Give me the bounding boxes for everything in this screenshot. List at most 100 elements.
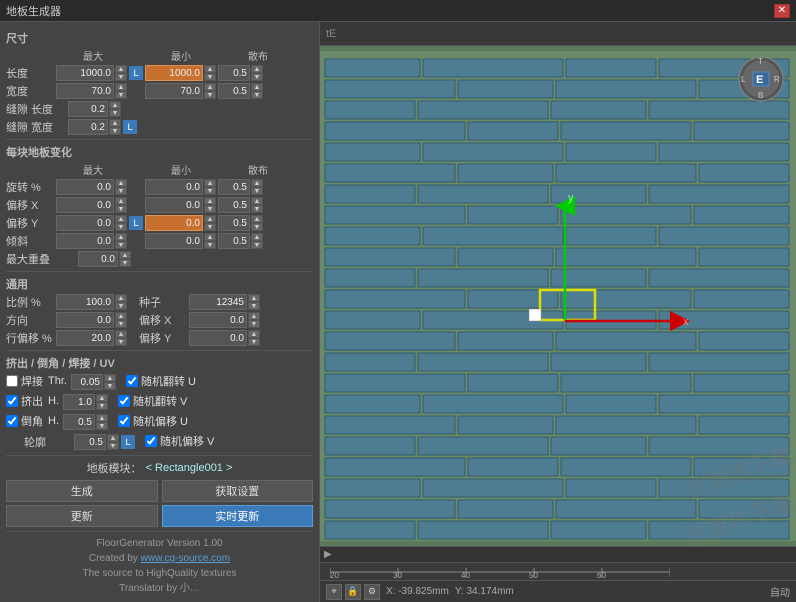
offset-x-gen-input[interactable]	[189, 312, 247, 328]
coord-y: Y: 34.174mm	[455, 586, 514, 597]
rotate-max-input[interactable]	[56, 179, 114, 195]
seed-input[interactable]	[189, 294, 247, 310]
section-size: 尺寸	[6, 30, 313, 46]
length-min-input[interactable]	[145, 65, 203, 81]
offset-y-gen-input[interactable]	[189, 330, 247, 346]
offset-y-scatter-input[interactable]	[218, 215, 250, 231]
length-max-input-group: ▲▼	[56, 65, 127, 81]
gap-length-input[interactable]	[68, 101, 108, 117]
length-max-spinner[interactable]: ▲▼	[115, 65, 127, 81]
close-button[interactable]: ✕	[774, 4, 790, 18]
viewport-icon-2[interactable]: 🔒	[345, 584, 361, 600]
extrude-checkbox-group: 挤出 H.	[6, 393, 59, 409]
svg-text:L: L	[741, 75, 746, 84]
length-scatter-spinner[interactable]: ▲▼	[251, 65, 263, 81]
width-scatter-input[interactable]	[218, 83, 250, 99]
length-min-input-group: ▲▼	[145, 65, 216, 81]
width-min-input[interactable]	[145, 83, 203, 99]
rotate-row: 旋转 % ▲▼ ▲▼ ▲▼	[6, 179, 313, 195]
divider-1	[6, 139, 313, 140]
offset-y-link-badge[interactable]: L	[129, 216, 143, 230]
divider-4	[6, 455, 313, 456]
svg-text:30: 30	[393, 571, 402, 579]
gap-width-link-badge[interactable]: L	[123, 120, 137, 134]
width-row: 宽度 ▲▼ ▲▼ ▲▼	[6, 83, 313, 99]
max-overlap-input[interactable]	[78, 251, 118, 267]
chamfer-h-input[interactable]	[63, 414, 95, 430]
offset-y-min-input[interactable]	[145, 215, 203, 231]
extrude-checkbox[interactable]	[6, 395, 18, 407]
row-offset-row: 行偏移 % ▲▼ 偏移 Y ▲▼	[6, 330, 313, 346]
weld-thr-input[interactable]	[71, 374, 103, 390]
direction-row: 方向 ▲▼ 偏移 X ▲▼	[6, 312, 313, 328]
main-container: 尺寸 最大 最小 散布 长度 ▲▼ L ▲▼ ▲▼	[0, 22, 796, 602]
direction-input[interactable]	[56, 312, 114, 328]
svg-text:40: 40	[461, 571, 470, 579]
offset-x-max-input[interactable]	[56, 197, 114, 213]
chamfer-checkbox[interactable]	[6, 415, 18, 427]
offset-x-scatter-input[interactable]	[218, 197, 250, 213]
rand-flip-v-checkbox[interactable]	[118, 395, 130, 407]
extrude-h-input[interactable]	[63, 394, 95, 410]
svg-text:50: 50	[529, 571, 538, 579]
rand-flip-u-checkbox[interactable]	[126, 375, 138, 387]
tilt-min-input[interactable]	[145, 233, 203, 249]
length-scatter-input[interactable]	[218, 65, 250, 81]
tilt-scatter-input[interactable]	[218, 233, 250, 249]
rand-offset-v-checkbox[interactable]	[145, 435, 157, 447]
coord-x: X: -39.825mm	[386, 586, 449, 597]
length-row: 长度 ▲▼ L ▲▼ ▲▼	[6, 65, 313, 81]
svg-text:60: 60	[597, 571, 606, 579]
length-min-spinner[interactable]: ▲▼	[204, 65, 216, 81]
viewport-icon-1[interactable]: ⌖	[326, 584, 342, 600]
left-panel: 尺寸 最大 最小 散布 长度 ▲▼ L ▲▼ ▲▼	[0, 22, 320, 602]
weld-checkbox[interactable]	[6, 375, 18, 387]
extrude-row: 挤出 H. ▲▼ 随机翻转 V	[6, 393, 313, 411]
scale-bar: 20 30 40 50 60	[320, 562, 796, 580]
expand-bar[interactable]: ▶	[320, 546, 796, 562]
offset-y-max-input[interactable]	[56, 215, 114, 231]
outline-link-badge[interactable]: L	[121, 435, 135, 449]
viewport-canvas[interactable]: y x T R	[320, 46, 796, 546]
viewport-label: tE	[326, 28, 336, 40]
weld-checkbox-group: 焊接 Thr.	[6, 373, 67, 389]
footer-version: FloorGenerator Version 1.00 Created by w…	[6, 536, 313, 596]
viewport-bottom-icons: ⌖ 🔒 ⚙	[326, 584, 380, 600]
rand-offset-u-checkbox[interactable]	[118, 415, 130, 427]
chamfer-checkbox-group: 倒角 H.	[6, 413, 59, 429]
svg-text:E: E	[756, 74, 763, 86]
divider-2	[6, 271, 313, 272]
length-link-badge[interactable]: L	[129, 66, 143, 80]
size-headers: 最大 最小 散布	[6, 48, 313, 63]
get-settings-button[interactable]: 获取设置	[162, 480, 314, 502]
chamfer-row: 倒角 H. ▲▼ 随机偏移 U	[6, 413, 313, 431]
scale-row: 比例 % ▲▼ 种子 ▲▼	[6, 294, 313, 310]
section-general: 通用	[6, 276, 313, 292]
outline-row: 轮廓 ▲▼ L 随机偏移 V	[6, 433, 313, 451]
scale-input[interactable]	[56, 294, 114, 310]
max-overlap-row: 最大重叠 ▲▼	[6, 251, 313, 267]
tilt-max-input[interactable]	[56, 233, 114, 249]
expand-icon[interactable]: ▶	[324, 549, 332, 560]
rotate-min-input[interactable]	[145, 179, 203, 195]
weld-row: 焊接 Thr. ▲▼ 随机翻转 U	[6, 373, 313, 391]
section-tile: 每块地板变化	[6, 144, 313, 160]
svg-text:R: R	[774, 75, 780, 84]
offset-x-min-input[interactable]	[145, 197, 203, 213]
width-max-input[interactable]	[56, 83, 114, 99]
tile-headers: 最大 最小 散布	[6, 162, 313, 177]
tilt-row: 倾斜 ▲▼ ▲▼ ▲▼	[6, 233, 313, 249]
svg-text:B: B	[758, 91, 763, 100]
generate-button[interactable]: 生成	[6, 480, 158, 502]
gap-width-input[interactable]	[68, 119, 108, 135]
viewport-icon-3[interactable]: ⚙	[364, 584, 380, 600]
rotate-scatter-input[interactable]	[218, 179, 250, 195]
length-max-input[interactable]	[56, 65, 114, 81]
svg-text:y: y	[568, 192, 574, 204]
update-row: 更新 实时更新	[6, 505, 313, 527]
svg-text:x: x	[683, 316, 689, 328]
realtime-update-button[interactable]: 实时更新	[162, 505, 314, 527]
outline-input[interactable]	[74, 434, 106, 450]
update-button[interactable]: 更新	[6, 505, 158, 527]
row-offset-input[interactable]	[56, 330, 114, 346]
